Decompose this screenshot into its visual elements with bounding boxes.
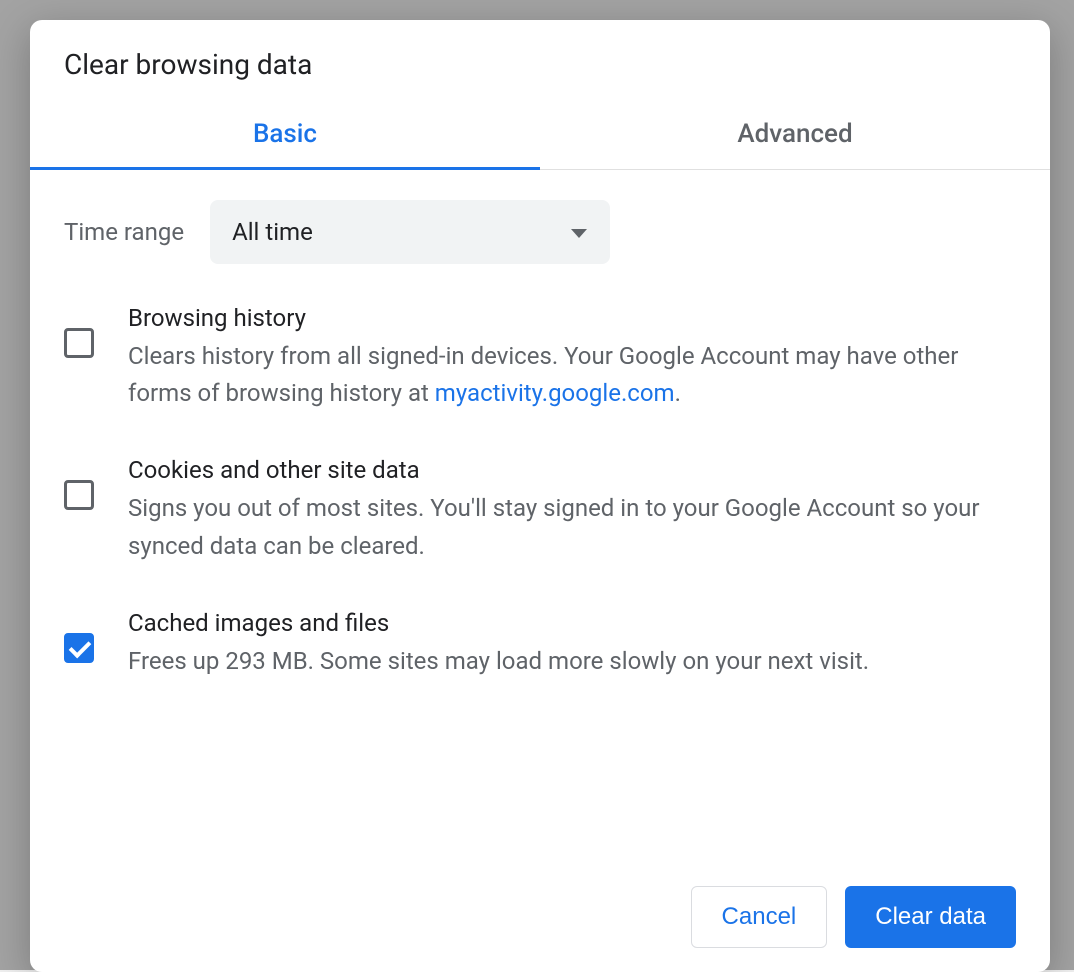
time-range-value: All time bbox=[232, 218, 313, 246]
clear-browsing-data-dialog: Clear browsing data Basic Advanced Time … bbox=[30, 20, 1050, 972]
option-description: Frees up 293 MB. Some sites may load mor… bbox=[128, 643, 1016, 680]
option-cookies: Cookies and other site data Signs you ou… bbox=[64, 456, 1016, 564]
option-description: Clears history from all signed-in device… bbox=[128, 338, 1016, 412]
option-browsing-history: Browsing history Clears history from all… bbox=[64, 304, 1016, 412]
cancel-button[interactable]: Cancel bbox=[691, 886, 828, 948]
tabs: Basic Advanced bbox=[30, 101, 1050, 170]
option-title: Cookies and other site data bbox=[128, 456, 1016, 484]
dialog-title: Clear browsing data bbox=[30, 20, 1050, 101]
option-title: Cached images and files bbox=[128, 609, 1016, 637]
option-title: Browsing history bbox=[128, 304, 1016, 332]
time-range-label: Time range bbox=[64, 218, 184, 246]
checkbox-cache[interactable] bbox=[64, 633, 94, 663]
dialog-footer: Cancel Clear data bbox=[30, 874, 1050, 948]
checkbox-browsing-history[interactable] bbox=[64, 328, 94, 358]
myactivity-link[interactable]: myactivity.google.com bbox=[435, 379, 675, 407]
time-range-select[interactable]: All time bbox=[210, 200, 610, 264]
option-cache: Cached images and files Frees up 293 MB.… bbox=[64, 609, 1016, 680]
tab-basic[interactable]: Basic bbox=[30, 101, 540, 170]
option-text: Browsing history Clears history from all… bbox=[128, 304, 1016, 412]
option-text: Cookies and other site data Signs you ou… bbox=[128, 456, 1016, 564]
tab-advanced[interactable]: Advanced bbox=[540, 101, 1050, 169]
dialog-body: Time range All time Browsing history Cle… bbox=[30, 170, 1050, 734]
chevron-down-icon bbox=[570, 218, 588, 246]
option-description: Signs you out of most sites. You'll stay… bbox=[128, 490, 1016, 564]
clear-data-button[interactable]: Clear data bbox=[845, 886, 1016, 948]
option-text: Cached images and files Frees up 293 MB.… bbox=[128, 609, 1016, 680]
time-range-row: Time range All time bbox=[64, 200, 1016, 264]
checkbox-cookies[interactable] bbox=[64, 480, 94, 510]
